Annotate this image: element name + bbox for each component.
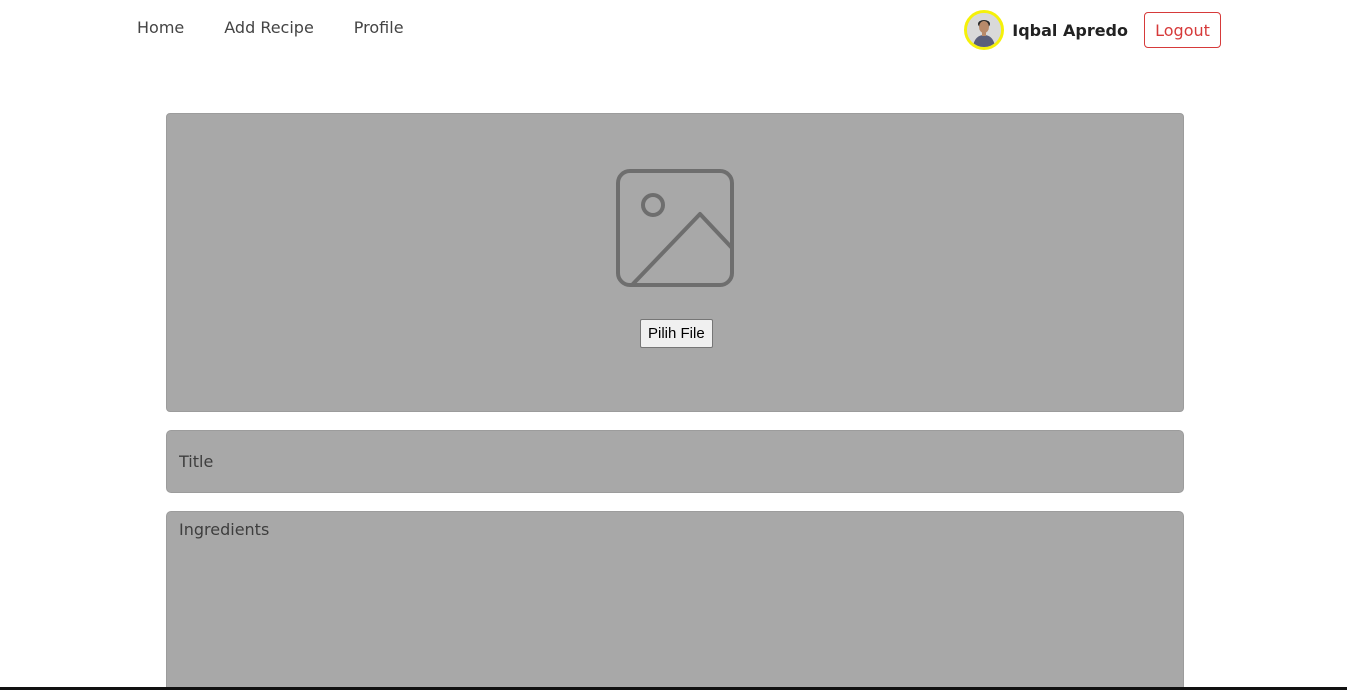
logout-button[interactable]: Logout <box>1144 12 1221 48</box>
user-name: Iqbal Apredo <box>1012 20 1128 40</box>
ingredients-input[interactable] <box>166 511 1184 690</box>
nav-home-link[interactable]: Home <box>137 18 184 38</box>
user-avatar-icon <box>967 13 1002 47</box>
nav-add-recipe-link[interactable]: Add Recipe <box>224 18 314 38</box>
nav-links: Home Add Recipe Profile <box>137 18 404 38</box>
image-upload-area[interactable]: Pilih File <box>166 113 1184 412</box>
title-input[interactable] <box>166 430 1184 493</box>
navbar: Home Add Recipe Profile Iqbal Apredo Log… <box>0 0 1347 56</box>
user-area: Iqbal Apredo Logout <box>964 10 1221 50</box>
image-placeholder-icon <box>616 169 734 287</box>
add-recipe-page: Home Add Recipe Profile Iqbal Apredo Log… <box>0 0 1347 690</box>
nav-profile-link[interactable]: Profile <box>354 18 404 38</box>
avatar[interactable] <box>964 10 1005 50</box>
choose-file-button[interactable]: Pilih File <box>640 319 713 348</box>
